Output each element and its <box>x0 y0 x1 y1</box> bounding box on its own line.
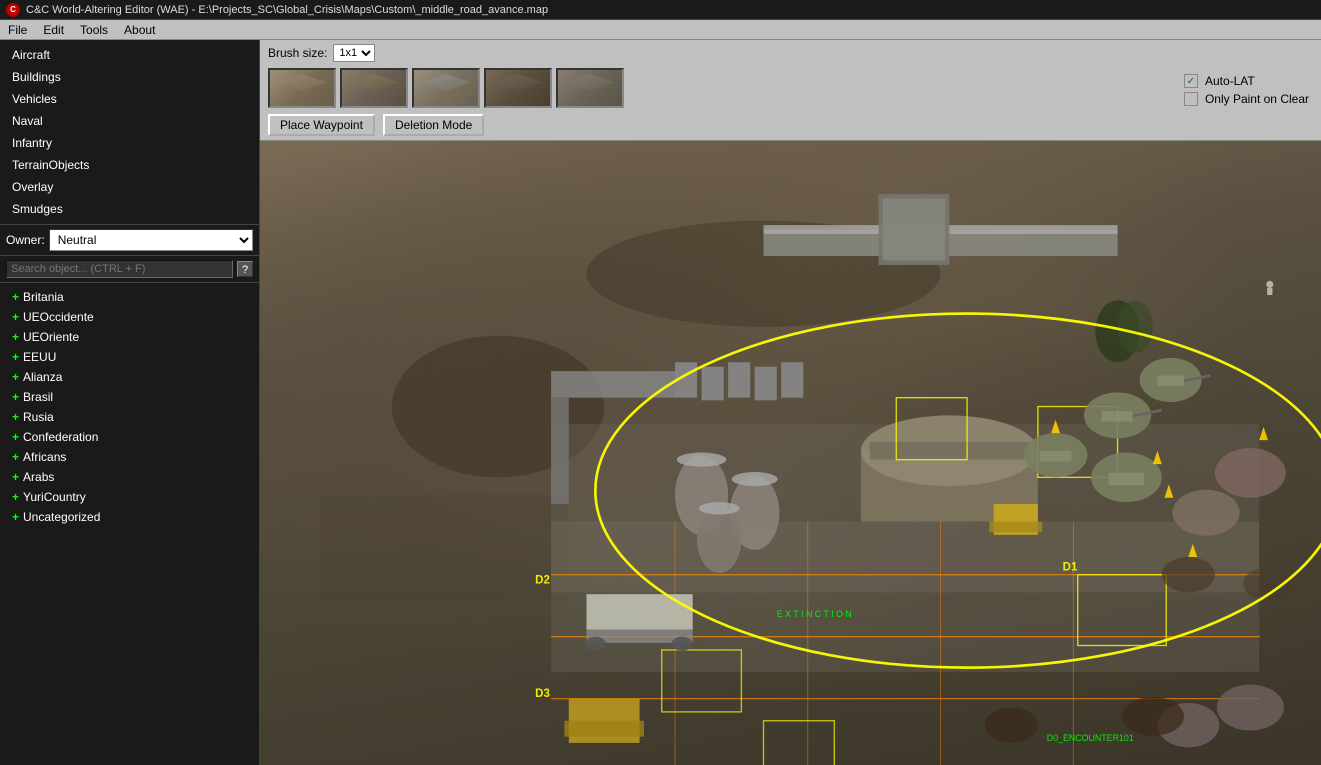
deletion-mode-button[interactable]: Deletion Mode <box>383 114 484 136</box>
svg-text:E X T I N C T I O N: E X T I N C T I O N <box>777 609 852 619</box>
brush-size-select[interactable]: 1x12x23x3 <box>333 44 375 62</box>
group-label-uncategorized: Uncategorized <box>23 510 100 524</box>
group-rusia[interactable]: + Rusia <box>0 407 259 427</box>
group-label-africans: Africans <box>23 450 66 464</box>
group-label-brasil: Brasil <box>23 390 53 404</box>
sidebar-item-terrain[interactable]: TerrainObjects <box>0 154 259 176</box>
options-section: ✓ Auto-LAT Only Paint on Clear <box>1174 40 1321 140</box>
search-section: ? <box>0 256 259 283</box>
tile-3[interactable] <box>412 68 480 108</box>
expand-icon-rusia: + <box>12 410 19 424</box>
sidebar-nav: Aircraft Buildings Vehicles Naval Infant… <box>0 40 259 225</box>
group-yuricountry[interactable]: + YuriCountry <box>0 487 259 507</box>
owner-label: Owner: <box>6 233 45 247</box>
auto-lat-label: Auto-LAT <box>1203 74 1257 88</box>
only-paint-row: Only Paint on Clear <box>1184 92 1311 106</box>
svg-text:D3: D3 <box>535 688 550 700</box>
menu-edit[interactable]: Edit <box>35 21 72 39</box>
map-svg-overlay: D2 D3 D1 E X T I N C T I O N E X I N C O… <box>260 141 1321 765</box>
tile-1[interactable] <box>268 68 336 108</box>
map-canvas: D2 D3 D1 E X T I N C T I O N E X I N C O… <box>260 141 1321 765</box>
owner-section: Owner: Neutral GDI Nod <box>0 225 259 256</box>
group-label-rusia: Rusia <box>23 410 54 424</box>
top-toolbar: Brush size: 1x12x23x3 <box>260 40 1321 141</box>
group-uncategorized[interactable]: + Uncategorized <box>0 507 259 527</box>
menu-tools[interactable]: Tools <box>72 21 116 39</box>
auto-lat-checkbox[interactable]: ✓ <box>1184 74 1198 88</box>
menu-bar: File Edit Tools About <box>0 20 1321 40</box>
title-text: C&C World-Altering Editor (WAE) - E:\Pro… <box>26 4 548 16</box>
expand-icon-yuricountry: + <box>12 490 19 504</box>
expand-icon-ueoccidente: + <box>12 310 19 324</box>
menu-about[interactable]: About <box>116 21 163 39</box>
group-label-confederation: Confederation <box>23 430 98 444</box>
svg-text:D0_ENCOUNTER101: D0_ENCOUNTER101 <box>1047 733 1134 743</box>
tile-row <box>260 66 1174 110</box>
expand-icon-ueoriente: + <box>12 330 19 344</box>
expand-icon-brasil: + <box>12 390 19 404</box>
expand-icon-eeuu: + <box>12 350 19 364</box>
group-label-yuricountry: YuriCountry <box>23 490 86 504</box>
app-icon: C <box>6 3 20 17</box>
group-label-ueoriente: UEOriente <box>23 330 79 344</box>
group-ueoccidente[interactable]: + UEOccidente <box>0 307 259 327</box>
right-panel: Brush size: 1x12x23x3 <box>260 40 1321 765</box>
map-viewport[interactable]: D2 D3 D1 E X T I N C T I O N E X I N C O… <box>260 141 1321 765</box>
svg-text:D1: D1 <box>1063 561 1078 573</box>
object-list: + Britania + UEOccidente + UEOriente + E… <box>0 283 259 765</box>
toolbar-left: Brush size: 1x12x23x3 <box>260 40 1174 140</box>
sidebar-item-smudges[interactable]: Smudges <box>0 198 259 220</box>
main-layout: Aircraft Buildings Vehicles Naval Infant… <box>0 40 1321 765</box>
button-row: Place Waypoint Deletion Mode <box>260 110 1174 140</box>
toolbar-row: Brush size: 1x12x23x3 <box>260 40 1321 140</box>
owner-dropdown[interactable]: Neutral GDI Nod <box>49 229 253 251</box>
brush-label: Brush size: <box>268 46 327 60</box>
expand-icon-uncategorized: + <box>12 510 19 524</box>
group-label-ueoccidente: UEOccidente <box>23 310 94 324</box>
sidebar-item-buildings[interactable]: Buildings <box>0 66 259 88</box>
sidebar-item-overlay[interactable]: Overlay <box>0 176 259 198</box>
group-eeuu[interactable]: + EEUU <box>0 347 259 367</box>
brush-row: Brush size: 1x12x23x3 <box>260 40 1174 66</box>
expand-icon-africans: + <box>12 450 19 464</box>
auto-lat-row: ✓ Auto-LAT <box>1184 74 1311 88</box>
expand-icon-confederation: + <box>12 430 19 444</box>
group-label-britania: Britania <box>23 290 64 304</box>
expand-icon-britania: + <box>12 290 19 304</box>
only-paint-label: Only Paint on Clear <box>1203 92 1311 106</box>
group-africans[interactable]: + Africans <box>0 447 259 467</box>
expand-icon-alianza: + <box>12 370 19 384</box>
only-paint-checkbox[interactable] <box>1184 92 1198 106</box>
group-label-alianza: Alianza <box>23 370 62 384</box>
sidebar-item-vehicles[interactable]: Vehicles <box>0 88 259 110</box>
group-britania[interactable]: + Britania <box>0 287 259 307</box>
group-confederation[interactable]: + Confederation <box>0 427 259 447</box>
place-waypoint-button[interactable]: Place Waypoint <box>268 114 375 136</box>
title-bar: C C&C World-Altering Editor (WAE) - E:\P… <box>0 0 1321 20</box>
sidebar-item-aircraft[interactable]: Aircraft <box>0 44 259 66</box>
search-input[interactable] <box>6 260 233 278</box>
menu-file[interactable]: File <box>0 21 35 39</box>
group-ueoriente[interactable]: + UEOriente <box>0 327 259 347</box>
sidebar-item-infantry[interactable]: Infantry <box>0 132 259 154</box>
tile-5[interactable] <box>556 68 624 108</box>
group-arabs[interactable]: + Arabs <box>0 467 259 487</box>
sidebar: Aircraft Buildings Vehicles Naval Infant… <box>0 40 260 765</box>
group-label-arabs: Arabs <box>23 470 54 484</box>
sidebar-item-naval[interactable]: Naval <box>0 110 259 132</box>
group-alianza[interactable]: + Alianza <box>0 367 259 387</box>
search-help-button[interactable]: ? <box>237 261 253 277</box>
tile-2[interactable] <box>340 68 408 108</box>
expand-icon-arabs: + <box>12 470 19 484</box>
svg-text:D2: D2 <box>535 575 550 587</box>
group-label-eeuu: EEUU <box>23 350 56 364</box>
group-brasil[interactable]: + Brasil <box>0 387 259 407</box>
tile-4[interactable] <box>484 68 552 108</box>
